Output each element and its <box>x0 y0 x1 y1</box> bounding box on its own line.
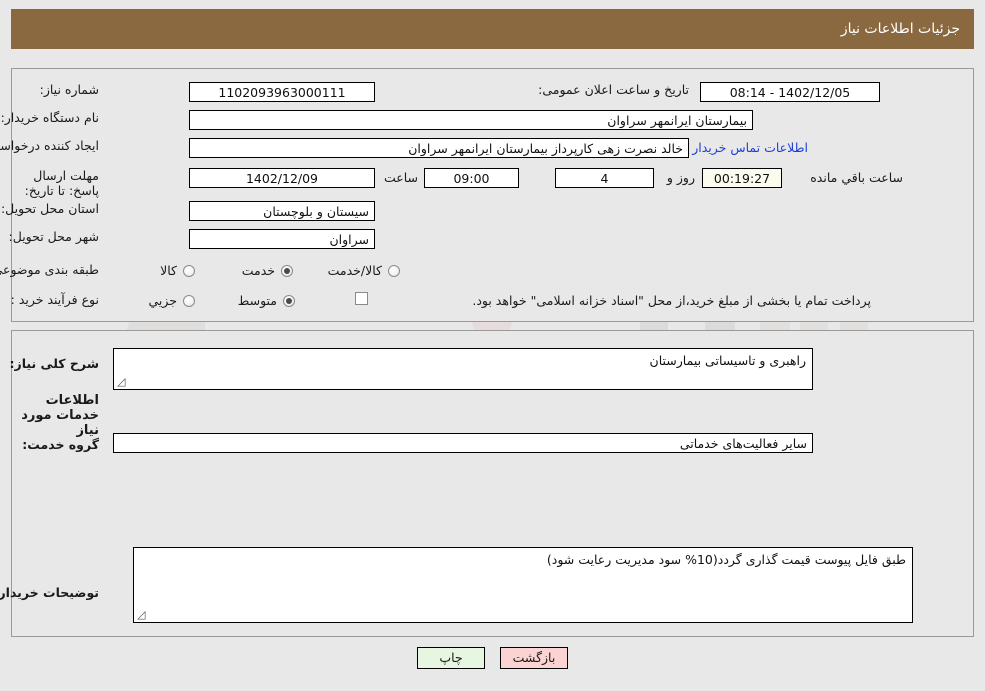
general-desc-label: شرح کلی نیاز: <box>9 356 99 371</box>
purchase-type-label: نوع فرآیند خرید : <box>10 292 99 307</box>
buyer-notes-textarea[interactable]: طبق فایل پیوست قیمت گذاری گردد(10% سود م… <box>133 547 913 623</box>
buyer-org-row: نام دستگاه خریدار: <box>1 110 99 125</box>
resize-grip-icon[interactable]: ◺ <box>117 375 127 388</box>
city-row: شهر محل تحویل: <box>9 229 99 244</box>
category-option-kala-label: کالا <box>160 263 177 278</box>
resize-grip-icon-notes[interactable]: ◺ <box>137 608 147 621</box>
requester-row: ایجاد کننده درخواست: <box>0 138 99 153</box>
remaining-countdown-value: 00:19:27 <box>702 168 782 188</box>
requester-label: ایجاد کننده درخواست: <box>0 138 99 153</box>
buyer-org-label: نام دستگاه خریدار: <box>0 110 99 125</box>
page-title-bar: جزئیات اطلاعات نیاز <box>11 9 974 49</box>
province-row: استان محل تحویل: <box>1 201 99 216</box>
general-desc-textarea[interactable]: راهبری و تاسیساتی بیمارستان ◺ <box>113 348 813 390</box>
treasury-bonds-checkbox[interactable] <box>355 292 368 305</box>
need-number-row: شماره نیاز: <box>40 82 99 97</box>
page-title: جزئیات اطلاعات نیاز <box>840 21 960 37</box>
buyer-notes-label: توضیحات خریدار: <box>0 585 99 600</box>
public-announce-row: تاریخ و ساعت اعلان عمومی: <box>538 82 689 97</box>
buyer-contact-link[interactable]: اطلاعات تماس خریدار <box>692 140 808 155</box>
deadline-row: مهلت ارسال پاسخ: تا تاریخ: <box>11 168 99 198</box>
radio-khedmat-icon[interactable] <box>281 264 293 277</box>
button-bar: بازگشت چاپ <box>0 647 985 669</box>
purchase-type-option-jozee-label: جزیي <box>148 293 177 308</box>
purchase-type-row: نوع فرآیند خرید : <box>11 292 99 307</box>
back-button[interactable]: بازگشت <box>500 647 568 669</box>
radio-kala-khedmat-icon[interactable] <box>388 264 400 277</box>
need-number-label: شماره نیاز: <box>39 82 99 97</box>
need-details-panel <box>11 68 974 322</box>
service-group-label: گروه خدمت: <box>22 437 99 452</box>
deadline-hour-label: ساعت <box>383 170 418 185</box>
category-row: طبقه بندی موضوعی: <box>0 262 99 277</box>
category-option-kala[interactable]: کالا <box>160 263 195 278</box>
print-button[interactable]: چاپ <box>417 647 485 669</box>
remaining-days-value: 4 <box>555 168 654 188</box>
service-group-value: سایر فعالیت‌های خدماتی <box>113 433 813 453</box>
buyer-org-value: بیمارستان ایرانمهر سراوان <box>189 110 753 130</box>
radio-jozee-icon[interactable] <box>183 294 195 307</box>
deadline-hour-value: 09:00 <box>424 168 519 188</box>
general-desc-value: راهبری و تاسیساتی بیمارستان <box>649 353 806 368</box>
province-label: استان محل تحویل: <box>0 201 99 216</box>
category-option-kala-khedmat-label: کالا/خدمت <box>327 263 382 278</box>
radio-motavaset-icon[interactable] <box>283 294 295 307</box>
purchase-type-option-jozee[interactable]: جزیي <box>148 293 195 308</box>
treasury-bonds-note: پرداخت تمام یا بخشی از مبلغ خرید،از محل … <box>472 293 871 308</box>
city-value: سراوان <box>189 229 375 249</box>
deadline-date-value: 1402/12/09 <box>189 168 375 188</box>
deadline-label: مهلت ارسال پاسخ: تا تاریخ: <box>24 168 99 198</box>
purchase-type-option-motavaset-label: متوسط <box>237 293 277 308</box>
need-number-value: 1102093963000111 <box>189 82 375 102</box>
city-label: شهر محل تحویل: <box>8 229 99 244</box>
requester-value: خالد نصرت زهی کارپرداز بیمارستان ایرانمه… <box>189 138 689 158</box>
remaining-time-suffix: ساعت باقي مانده <box>810 170 903 185</box>
radio-kala-icon[interactable] <box>183 264 195 277</box>
public-announce-label: تاریخ و ساعت اعلان عمومی: <box>538 82 689 97</box>
category-option-khedmat[interactable]: خدمت <box>242 263 293 278</box>
category-label: طبقه بندی موضوعی: <box>0 262 99 277</box>
province-value: سیستان و بلوچستان <box>189 201 375 221</box>
purchase-type-option-motavaset[interactable]: متوسط <box>238 293 295 308</box>
remaining-days-separator: روز و <box>666 170 695 185</box>
category-option-kala-khedmat[interactable]: کالا/خدمت <box>328 263 400 278</box>
services-section-heading: اطلاعات خدمات مورد نیاز <box>21 393 99 438</box>
public-announce-value: 1402/12/05 - 08:14 <box>700 82 880 102</box>
category-option-khedmat-label: خدمت <box>241 263 275 278</box>
buyer-notes-value: طبق فایل پیوست قیمت گذاری گردد(10% سود م… <box>546 552 906 567</box>
